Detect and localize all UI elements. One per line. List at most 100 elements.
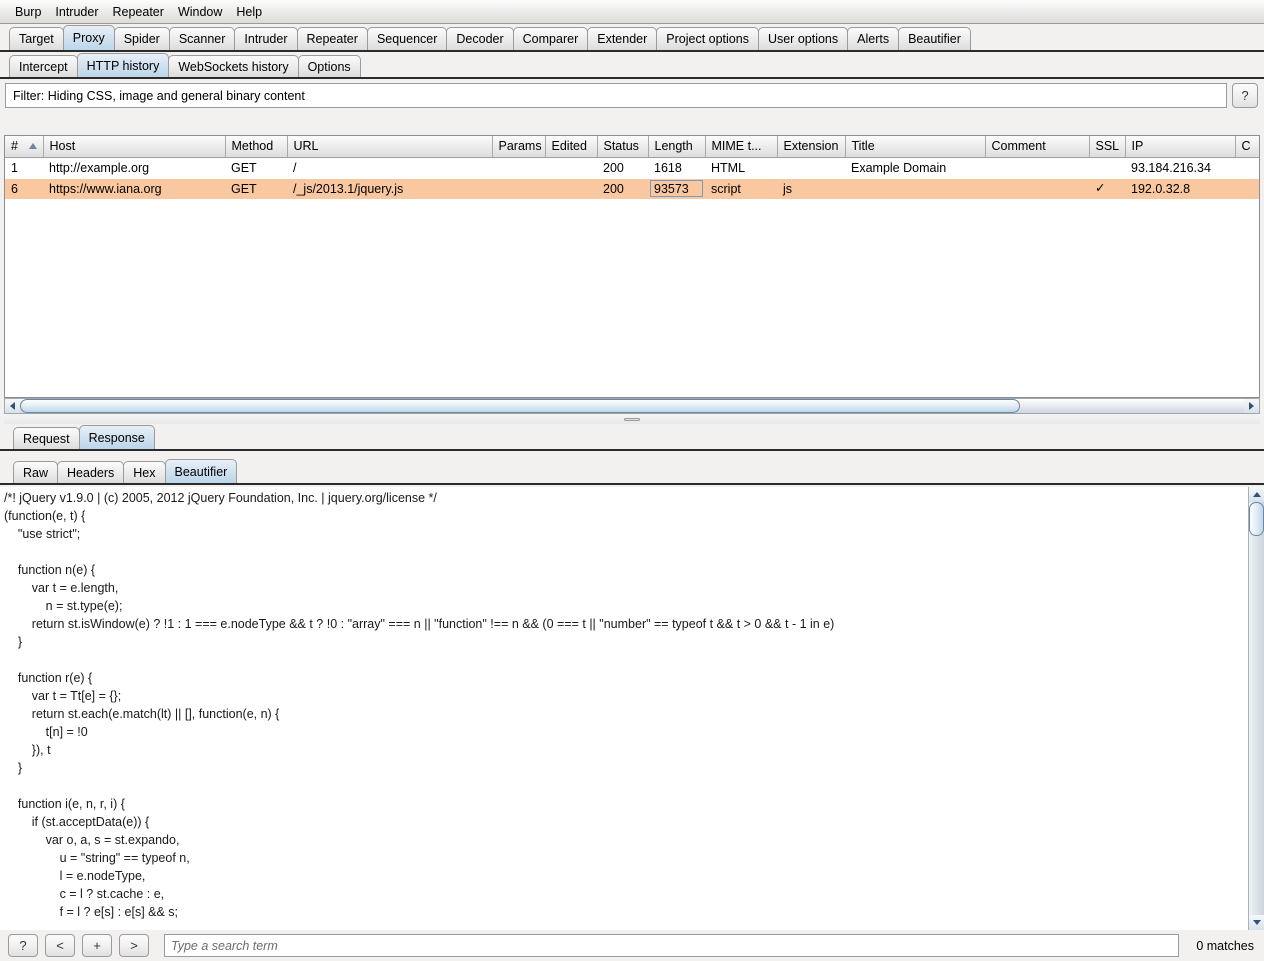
cell-edited[interactable] — [545, 157, 597, 178]
tab-beautifier[interactable]: Beautifier — [898, 27, 971, 50]
vscroll-track[interactable] — [1249, 502, 1264, 915]
search-previous-button[interactable]: < — [45, 934, 75, 957]
cell-extension[interactable]: js — [777, 178, 845, 199]
tab-sequencer[interactable]: Sequencer — [366, 27, 448, 50]
cell-mime-type[interactable]: script — [705, 178, 777, 199]
menu-item-burp[interactable]: Burp — [8, 3, 48, 21]
response-body-panel[interactable]: /*! jQuery v1.9.0 | (c) 2005, 2012 jQuer… — [0, 487, 1264, 930]
search-add-button[interactable]: + — [82, 934, 112, 957]
vscroll-thumb[interactable] — [1249, 502, 1264, 536]
cell-ip[interactable]: 192.0.32.8 — [1125, 178, 1235, 199]
cell-number[interactable]: 6 — [5, 178, 43, 199]
column-header-ip[interactable]: IP — [1125, 136, 1236, 158]
hscroll-track[interactable] — [20, 399, 1244, 413]
response-vertical-scrollbar[interactable] — [1248, 487, 1264, 930]
tab-proxy[interactable]: Proxy — [62, 25, 115, 50]
tab-project-options[interactable]: Project options — [656, 27, 759, 50]
table-horizontal-scrollbar[interactable] — [4, 398, 1260, 414]
cell-params[interactable] — [492, 157, 545, 178]
cell-title[interactable] — [845, 178, 985, 199]
menu-bar: Burp Intruder Repeater Window Help — [0, 0, 1264, 24]
cell-length[interactable]: 93573 — [648, 178, 705, 199]
cell-status[interactable]: 200 — [597, 178, 648, 199]
column-header-status[interactable]: Status — [597, 136, 649, 158]
filter-display[interactable]: Filter: Hiding CSS, image and general bi… — [5, 83, 1227, 108]
tab-repeater[interactable]: Repeater — [296, 27, 368, 50]
tab-response[interactable]: Response — [78, 425, 155, 449]
tab-http-history[interactable]: HTTP history — [76, 53, 170, 77]
column-header-title[interactable]: Title — [845, 136, 986, 158]
cell-ssl[interactable] — [1089, 157, 1125, 178]
main-tab-strip: Target Proxy Spider Scanner Intruder Rep… — [0, 24, 1264, 52]
tab-hex[interactable]: Hex — [123, 461, 166, 483]
cell-cookies[interactable] — [1235, 178, 1259, 199]
cell-cookies[interactable] — [1235, 157, 1259, 178]
tab-raw[interactable]: Raw — [13, 461, 59, 483]
cell-number[interactable]: 1 — [5, 157, 43, 178]
panel-splitter[interactable] — [4, 415, 1260, 424]
table-row[interactable]: 6 https://www.iana.org GET /_js/2013.1/j… — [5, 178, 1259, 199]
tab-request[interactable]: Request — [13, 427, 80, 449]
cell-comment[interactable] — [985, 157, 1089, 178]
tab-spider[interactable]: Spider — [113, 27, 170, 50]
search-next-button[interactable]: > — [119, 934, 149, 957]
cell-host[interactable]: http://example.org — [43, 157, 225, 178]
table-row[interactable]: 1 http://example.org GET / 200 1618 HTML… — [5, 157, 1259, 178]
tab-headers[interactable]: Headers — [57, 461, 125, 483]
tab-decoder[interactable]: Decoder — [446, 27, 514, 50]
menu-item-intruder[interactable]: Intruder — [48, 3, 105, 21]
cell-method[interactable]: GET — [225, 157, 287, 178]
tab-intercept[interactable]: Intercept — [9, 55, 78, 77]
cell-ssl[interactable]: ✓ — [1089, 178, 1125, 199]
splitter-grip-icon[interactable] — [624, 418, 640, 421]
search-help-icon[interactable]: ? — [8, 934, 38, 957]
menu-item-repeater[interactable]: Repeater — [106, 3, 171, 21]
cell-method[interactable]: GET — [225, 178, 287, 199]
column-header-comment[interactable]: Comment — [985, 136, 1090, 158]
column-header-length[interactable]: Length — [648, 136, 706, 158]
tab-target[interactable]: Target — [9, 27, 64, 50]
menu-item-help[interactable]: Help — [229, 3, 269, 21]
column-header-method[interactable]: Method — [225, 136, 288, 158]
cell-params[interactable] — [492, 178, 545, 199]
column-header-extension[interactable]: Extension — [777, 136, 846, 158]
column-header-params[interactable]: Params — [492, 136, 546, 158]
hscroll-thumb[interactable] — [20, 399, 1020, 413]
search-input[interactable]: Type a search term — [164, 934, 1180, 957]
cell-extension[interactable] — [777, 157, 845, 178]
tab-options[interactable]: Options — [297, 55, 361, 77]
filter-help-icon[interactable]: ? — [1232, 83, 1258, 108]
scroll-left-icon[interactable] — [5, 399, 20, 413]
cell-host[interactable]: https://www.iana.org — [43, 178, 225, 199]
cell-comment[interactable] — [985, 178, 1089, 199]
column-header-number[interactable]: # — [5, 136, 44, 158]
tab-beautifier[interactable]: Beautifier — [164, 459, 238, 483]
column-header-url[interactable]: URL — [287, 136, 493, 158]
tab-comparer[interactable]: Comparer — [512, 27, 589, 50]
scroll-up-icon[interactable] — [1249, 487, 1264, 502]
column-header-cookies[interactable]: C — [1235, 136, 1259, 158]
tab-alerts[interactable]: Alerts — [847, 27, 900, 50]
cell-length[interactable]: 1618 — [648, 157, 705, 178]
tab-user-options[interactable]: User options — [757, 27, 849, 50]
tab-scanner[interactable]: Scanner — [168, 27, 236, 50]
search-match-count: 0 matches — [1196, 938, 1254, 953]
tab-extender[interactable]: Extender — [587, 27, 658, 50]
menu-item-window[interactable]: Window — [171, 3, 229, 21]
tab-intruder[interactable]: Intruder — [234, 27, 298, 50]
cell-url[interactable]: / — [287, 157, 492, 178]
cell-edited[interactable] — [545, 178, 597, 199]
column-header-mime-type[interactable]: MIME t... — [705, 136, 778, 158]
http-history-table[interactable]: # Host Method URL Params Edited Status L… — [4, 135, 1260, 398]
cell-ip[interactable]: 93.184.216.34 — [1125, 157, 1235, 178]
scroll-right-icon[interactable] — [1244, 399, 1259, 413]
cell-mime-type[interactable]: HTML — [705, 157, 777, 178]
tab-websockets-history[interactable]: WebSockets history — [168, 55, 299, 77]
column-header-edited[interactable]: Edited — [545, 136, 598, 158]
cell-title[interactable]: Example Domain — [845, 157, 985, 178]
scroll-down-icon[interactable] — [1249, 915, 1264, 930]
cell-status[interactable]: 200 — [597, 157, 648, 178]
cell-url[interactable]: /_js/2013.1/jquery.js — [287, 178, 492, 199]
column-header-host[interactable]: Host — [43, 136, 226, 158]
column-header-ssl[interactable]: SSL — [1089, 136, 1126, 158]
